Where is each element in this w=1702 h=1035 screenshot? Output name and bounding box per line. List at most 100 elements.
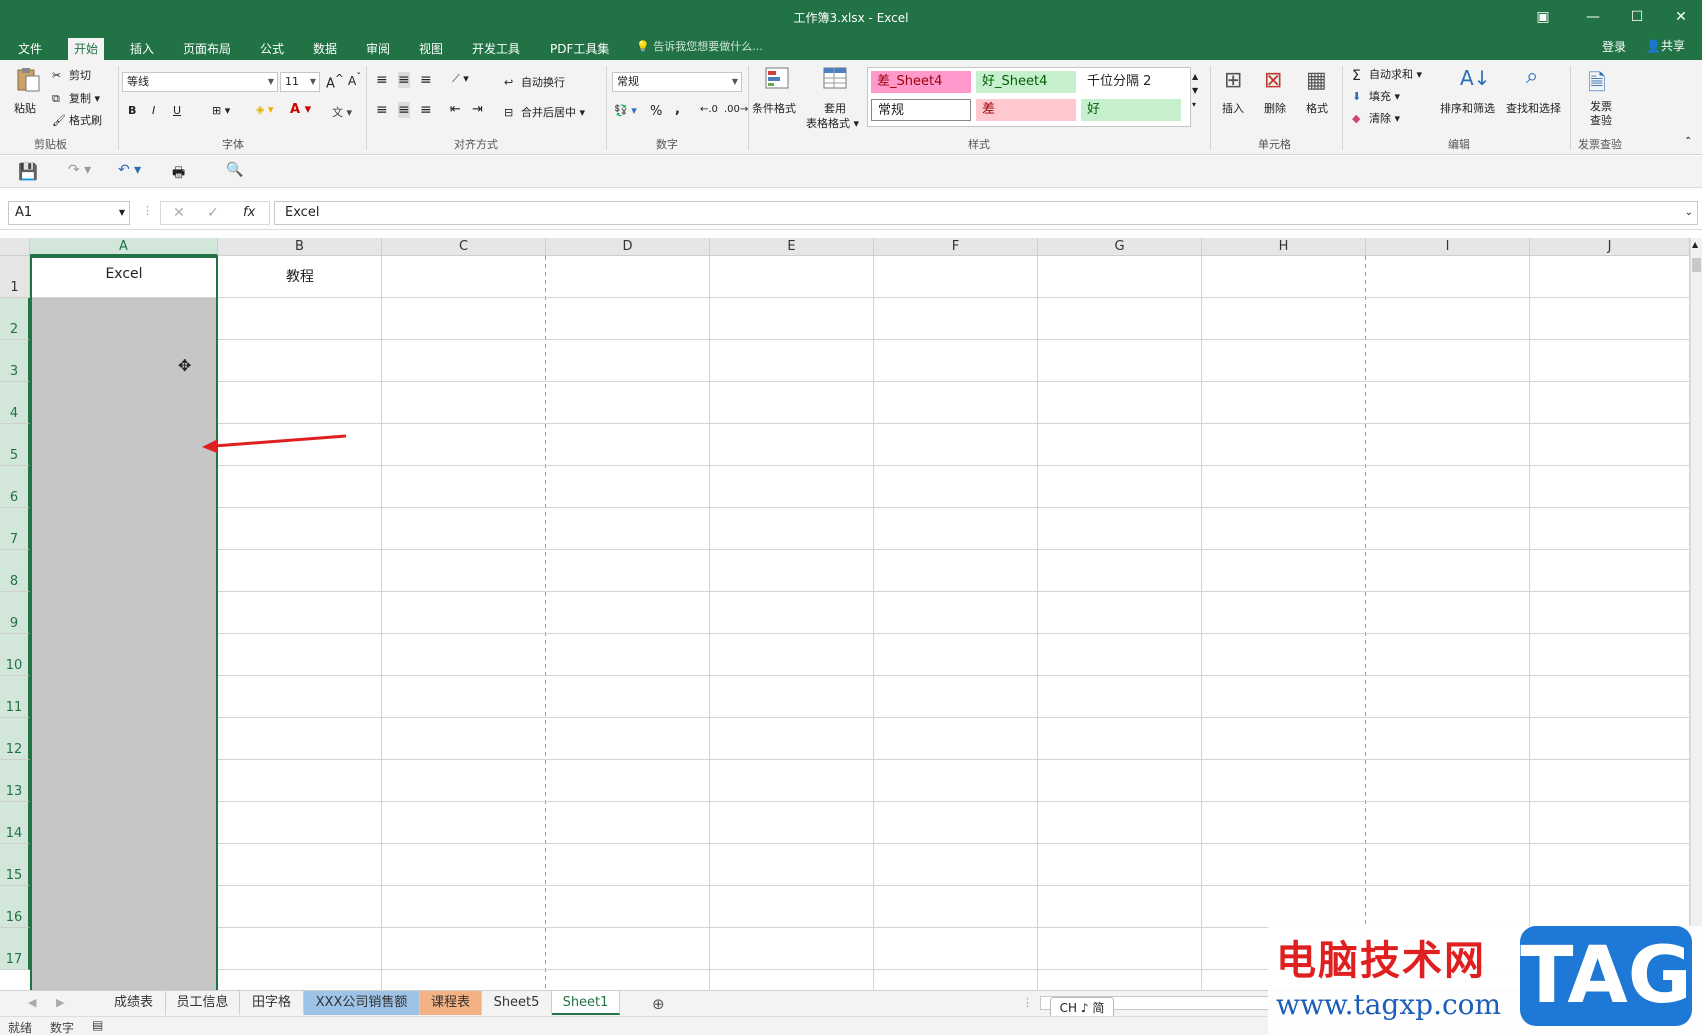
column-header-d[interactable]: D: [546, 238, 710, 256]
insert-function-button[interactable]: fx: [243, 205, 255, 220]
share-button[interactable]: 👤共享: [1646, 37, 1685, 54]
preview-icon[interactable]: 🔍: [226, 162, 243, 178]
next-sheet-icon[interactable]: ▶: [56, 996, 64, 1009]
column-header-b[interactable]: B: [218, 238, 382, 256]
name-box[interactable]: A1 ▼: [8, 201, 130, 225]
redo-icon[interactable]: ↷ ▾: [68, 162, 91, 178]
formula-input[interactable]: Excel ⌄: [274, 201, 1698, 225]
row-header-11[interactable]: 11: [0, 676, 30, 718]
row-header-16[interactable]: 16: [0, 886, 30, 928]
tell-me-search[interactable]: 💡 告诉我您想要做什么...: [636, 38, 763, 54]
sort-filter-button[interactable]: 排序和筛选: [1440, 100, 1495, 116]
cell-a1[interactable]: Excel: [30, 266, 218, 282]
tab-home[interactable]: 开始: [68, 38, 105, 60]
style-good-sheet4[interactable]: 好_Sheet4: [976, 71, 1076, 93]
delete-cells-button[interactable]: 删除: [1264, 100, 1286, 116]
phonetic-icon[interactable]: 文 ▾: [332, 104, 352, 120]
style-bad[interactable]: 差: [976, 99, 1076, 121]
style-good[interactable]: 好: [1081, 99, 1181, 121]
ribbon-display-icon[interactable]: ▣: [1528, 6, 1558, 28]
login-link[interactable]: 登录: [1602, 38, 1626, 55]
fill-color-icon[interactable]: ◈ ▾: [256, 103, 273, 116]
confirm-icon[interactable]: ✓: [207, 205, 219, 221]
undo-icon[interactable]: ↶ ▾: [118, 162, 141, 178]
scroll-up-icon[interactable]: ▲: [1692, 240, 1698, 249]
row-header-15[interactable]: 15: [0, 844, 30, 886]
cell-b1[interactable]: 教程: [218, 266, 382, 286]
sheet-tab[interactable]: Sheet5: [482, 991, 552, 1015]
find-select-button[interactable]: 查找和选择: [1506, 100, 1561, 116]
column-header-h[interactable]: H: [1202, 238, 1366, 256]
paste-button[interactable]: 粘贴: [14, 100, 36, 116]
cut-button[interactable]: ✂ 剪切: [52, 67, 91, 83]
copy-button[interactable]: ⧉ 复制 ▾: [52, 90, 100, 106]
worksheet-grid[interactable]: ABCDEFGHIJ 1 2 3 4 5 6 7 8 9 10 11 12 13 14 15 16 17 Exc…: [0, 238, 1690, 990]
vertical-scrollbar[interactable]: ▲: [1690, 238, 1702, 990]
font-size-combo[interactable]: 11 ▼: [280, 72, 320, 92]
select-all-corner[interactable]: [0, 238, 30, 256]
tab-data[interactable]: 数据: [307, 38, 343, 60]
row-header-5[interactable]: 5: [0, 424, 30, 466]
sheet-tab-active[interactable]: Sheet1: [552, 991, 620, 1015]
bold-button[interactable]: B: [128, 104, 136, 117]
tab-file[interactable]: 文件: [12, 38, 48, 60]
row-header-3[interactable]: 3: [0, 340, 30, 382]
increase-indent-icon[interactable]: ⇥: [472, 102, 483, 117]
style-comma-2[interactable]: 千位分隔 2: [1081, 71, 1185, 93]
autosum-button[interactable]: Σ 自动求和 ▾: [1352, 66, 1422, 84]
prev-sheet-icon[interactable]: ◀: [28, 996, 36, 1009]
print-preview-icon[interactable]: 🖶: [172, 162, 185, 186]
cancel-icon[interactable]: ✕: [173, 205, 185, 221]
underline-button[interactable]: U: [173, 104, 181, 117]
save-icon[interactable]: 💾: [18, 162, 38, 181]
decrease-decimal-icon[interactable]: .00→: [724, 104, 748, 115]
increase-font-icon[interactable]: A^: [326, 72, 344, 91]
tab-view[interactable]: 视图: [413, 38, 449, 60]
row-header-14[interactable]: 14: [0, 802, 30, 844]
collapse-ribbon-icon[interactable]: ⌃: [1684, 136, 1692, 147]
column-header-g[interactable]: G: [1038, 238, 1202, 256]
align-middle-icon[interactable]: ≡: [398, 72, 410, 88]
merge-center-button[interactable]: ⊟ 合并后居中 ▾: [504, 104, 585, 120]
column-header-f[interactable]: F: [874, 238, 1038, 256]
close-button[interactable]: ✕: [1666, 6, 1696, 28]
add-sheet-icon[interactable]: ⊕: [652, 995, 665, 1013]
number-format-combo[interactable]: 常规 ▼: [612, 72, 742, 92]
border-icon[interactable]: ⊞ ▾: [212, 104, 230, 117]
row-header-1[interactable]: 1: [0, 256, 30, 298]
column-header-a[interactable]: A: [30, 238, 218, 256]
currency-icon[interactable]: 💱 ▾: [614, 104, 637, 117]
fill-button[interactable]: ⬇ 填充 ▾: [1352, 88, 1400, 104]
format-painter-button[interactable]: 🖌 格式刷: [52, 112, 102, 128]
column-header-j[interactable]: J: [1530, 238, 1690, 256]
row-header-9[interactable]: 9: [0, 592, 30, 634]
expand-formula-icon[interactable]: ⌄: [1685, 202, 1693, 224]
font-name-combo[interactable]: 等线 ▼: [122, 72, 278, 92]
orientation-icon[interactable]: ⟋ ▾: [452, 72, 469, 86]
decrease-indent-icon[interactable]: ⇤: [450, 102, 461, 117]
style-bad-sheet4[interactable]: 差_Sheet4: [871, 71, 971, 93]
table-format-button-line1[interactable]: 套用: [824, 100, 846, 116]
italic-button[interactable]: I: [152, 104, 155, 117]
row-header-17[interactable]: 17: [0, 928, 30, 970]
align-top-icon[interactable]: ≡: [376, 72, 388, 88]
row-header-13[interactable]: 13: [0, 760, 30, 802]
comma-button[interactable]: ,: [675, 102, 680, 117]
column-header-e[interactable]: E: [710, 238, 874, 256]
row-header-12[interactable]: 12: [0, 718, 30, 760]
align-bottom-icon[interactable]: ≡: [420, 72, 432, 88]
font-color-icon[interactable]: A ▾: [290, 102, 311, 117]
percent-button[interactable]: %: [650, 104, 662, 119]
sheet-tab[interactable]: XXX公司销售额: [304, 991, 420, 1015]
minimize-button[interactable]: —: [1578, 6, 1608, 28]
increase-decimal-icon[interactable]: ←.0: [700, 104, 718, 115]
clear-button[interactable]: ◆ 清除 ▾: [1352, 110, 1400, 126]
wrap-text-button[interactable]: ↩ 自动换行: [504, 74, 565, 90]
format-cells-button[interactable]: 格式: [1306, 100, 1328, 116]
row-header-6[interactable]: 6: [0, 466, 30, 508]
tab-developer[interactable]: 开发工具: [466, 38, 526, 60]
row-header-2[interactable]: 2: [0, 298, 30, 340]
align-right-icon[interactable]: ≡: [420, 102, 432, 118]
tab-formulas[interactable]: 公式: [254, 38, 290, 60]
decrease-font-icon[interactable]: Aˇ: [348, 72, 361, 88]
